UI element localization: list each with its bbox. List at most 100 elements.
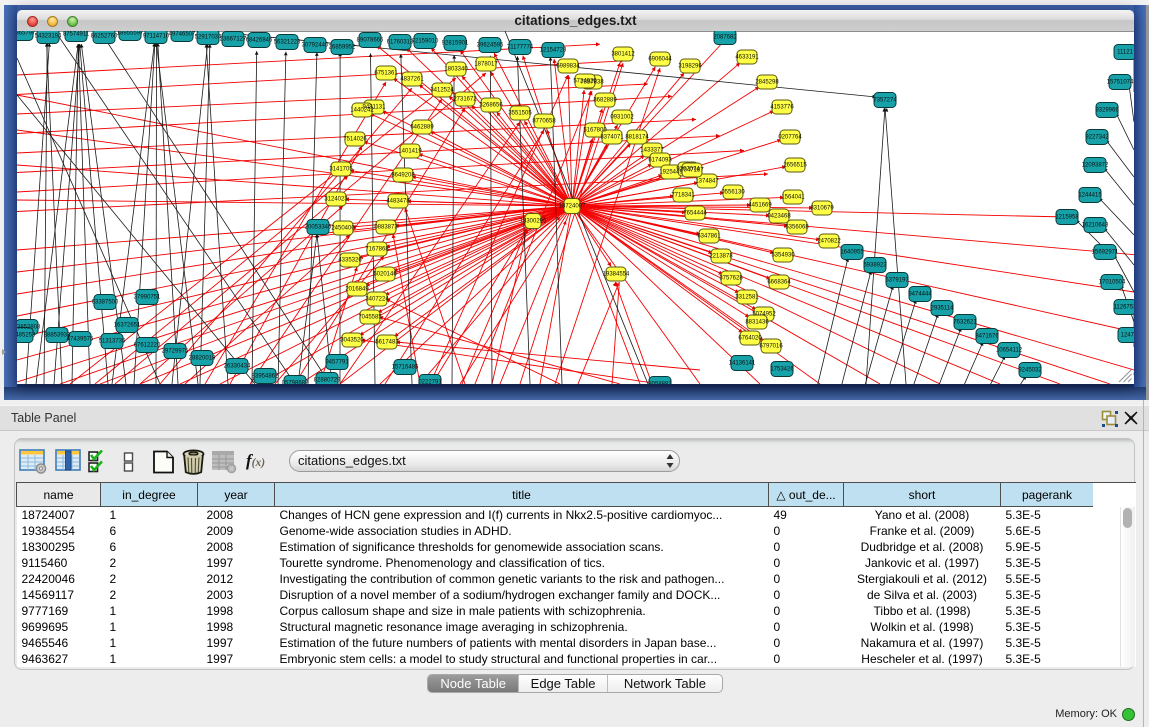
svg-text:6379197: 6379197 <box>885 278 909 284</box>
svg-text:28820018: 28820018 <box>189 356 216 362</box>
svg-text:4451669: 4451669 <box>748 203 772 209</box>
svg-text:9245032: 9245032 <box>1018 368 1042 374</box>
svg-text:8831436: 8831436 <box>745 320 769 326</box>
svg-text:0883873: 0883873 <box>374 225 398 231</box>
svg-text:71177774: 71177774 <box>507 45 534 51</box>
svg-text:7167868: 7167868 <box>365 247 389 253</box>
svg-text:3801412: 3801412 <box>611 52 635 58</box>
svg-text:47439575: 47439575 <box>67 337 94 343</box>
svg-text:8310679: 8310679 <box>810 206 834 212</box>
svg-text:1374847: 1374847 <box>695 179 719 185</box>
svg-text:7632621: 7632621 <box>953 320 977 326</box>
svg-text:05798682: 05798682 <box>282 381 309 385</box>
svg-text:4483478: 4483478 <box>386 199 410 205</box>
svg-text:5356068: 5356068 <box>785 225 809 231</box>
svg-text:8682889: 8682889 <box>593 98 617 104</box>
svg-text:0931002: 0931002 <box>610 115 634 121</box>
svg-text:30792440: 30792440 <box>302 43 329 49</box>
svg-text:8374071: 8374071 <box>600 135 624 141</box>
svg-text:1215958: 1215958 <box>1055 215 1079 221</box>
svg-text:1244415: 1244415 <box>1078 193 1102 199</box>
svg-text:4153776: 4153776 <box>770 105 794 111</box>
svg-text:18300295: 18300295 <box>520 219 547 225</box>
svg-text:89078666: 89078666 <box>357 38 384 44</box>
svg-text:0222791: 0222791 <box>418 380 442 385</box>
svg-text:8770658: 8770658 <box>532 119 556 125</box>
svg-text:8058887: 8058887 <box>648 382 672 385</box>
svg-text:4633191: 4633191 <box>735 55 759 61</box>
svg-text:6668364: 6668364 <box>767 280 791 286</box>
svg-text:10654112: 10654112 <box>996 348 1023 354</box>
svg-text:72159010: 72159010 <box>412 39 439 45</box>
svg-text:15716485: 15716485 <box>392 365 419 371</box>
svg-text:6906044: 6906044 <box>648 57 672 63</box>
svg-text:15751074: 15751074 <box>1107 80 1134 86</box>
svg-text:5167800: 5167800 <box>583 128 607 134</box>
svg-text:6764020: 6764020 <box>738 336 762 342</box>
svg-text:2016849: 2016849 <box>345 287 369 293</box>
svg-text:5938923: 5938923 <box>863 263 887 269</box>
svg-text:9329966: 9329966 <box>1095 108 1119 114</box>
svg-text:3312581: 3312581 <box>735 295 759 301</box>
svg-text:1640955: 1640955 <box>840 250 864 256</box>
svg-text:5074952: 5074952 <box>752 312 776 318</box>
svg-text:49746507: 49746507 <box>169 32 196 38</box>
svg-text:3412524: 3412524 <box>430 88 454 94</box>
svg-text:7047187: 7047187 <box>680 168 704 174</box>
svg-text:3268656: 3268656 <box>479 103 503 109</box>
svg-text:1803340: 1803340 <box>444 67 468 73</box>
svg-text:14136141: 14136141 <box>729 361 756 367</box>
svg-text:3124023: 3124023 <box>324 197 348 203</box>
svg-text:3757628: 3757628 <box>719 276 743 282</box>
svg-text:3043520: 3043520 <box>340 338 364 344</box>
svg-text:6462889: 6462889 <box>410 125 434 131</box>
svg-text:56321223: 56321223 <box>274 40 301 46</box>
svg-text:4837261: 4837261 <box>400 77 424 83</box>
svg-text:0207764: 0207764 <box>778 135 802 141</box>
svg-text:12154728: 12154728 <box>540 48 567 54</box>
svg-text:5354930: 5354930 <box>771 253 795 259</box>
svg-text:5989834: 5989834 <box>556 64 580 70</box>
svg-text:92815901: 92815901 <box>442 41 469 47</box>
svg-text:7718341: 7718341 <box>671 193 695 199</box>
svg-text:61760313: 61760313 <box>387 40 414 46</box>
svg-text:63387500: 63387500 <box>92 300 119 306</box>
svg-text:18955597: 18955597 <box>117 31 144 37</box>
svg-text:9474444: 9474444 <box>908 292 932 298</box>
svg-text:1564041: 1564041 <box>781 195 805 201</box>
svg-text:7357274: 7357274 <box>873 98 897 104</box>
svg-text:0423468: 0423468 <box>767 214 791 220</box>
svg-text:8818174: 8818174 <box>625 135 649 141</box>
svg-text:03852808: 03852808 <box>17 325 41 331</box>
svg-text:5724920: 5724920 <box>573 79 597 85</box>
svg-text:11121: 11121 <box>1117 50 1133 56</box>
svg-text:51313735: 51313735 <box>99 339 126 345</box>
svg-text:5617483: 5617483 <box>375 340 399 346</box>
svg-text:41485253: 41485253 <box>17 333 36 339</box>
svg-text:6174093: 6174093 <box>648 158 672 164</box>
svg-text:15692971: 15692971 <box>1092 250 1119 256</box>
svg-text:2845298: 2845298 <box>755 80 779 86</box>
svg-text:19384554: 19384554 <box>603 272 630 278</box>
svg-text:23667127: 23667127 <box>220 37 247 43</box>
svg-text:6751361: 6751361 <box>374 71 398 77</box>
svg-text:8471676: 8471676 <box>975 334 999 340</box>
svg-text:4335326: 4335326 <box>338 258 362 264</box>
svg-text:37865797: 37865797 <box>17 31 36 37</box>
svg-text:2935114: 2935114 <box>931 306 955 312</box>
svg-text:1401419: 1401419 <box>398 149 422 155</box>
svg-text:2470822: 2470822 <box>817 239 841 245</box>
svg-text:1126753: 1126753 <box>1114 305 1134 311</box>
svg-text:8649208: 8649208 <box>391 173 415 179</box>
svg-text:68426846: 68426846 <box>246 38 273 44</box>
svg-text:86252760: 86252760 <box>91 34 118 40</box>
svg-text:29729975: 29729975 <box>162 349 189 355</box>
svg-text:82880729: 82880729 <box>314 378 341 384</box>
svg-text:18724007: 18724007 <box>559 204 586 210</box>
svg-text:3551505: 3551505 <box>508 111 532 117</box>
svg-text:3141705: 3141705 <box>329 167 353 173</box>
svg-text:1878017: 1878017 <box>474 62 498 68</box>
svg-text:26859952: 26859952 <box>329 45 356 51</box>
svg-text:54323194: 54323194 <box>35 34 62 40</box>
svg-text:5020146: 5020146 <box>373 272 397 278</box>
